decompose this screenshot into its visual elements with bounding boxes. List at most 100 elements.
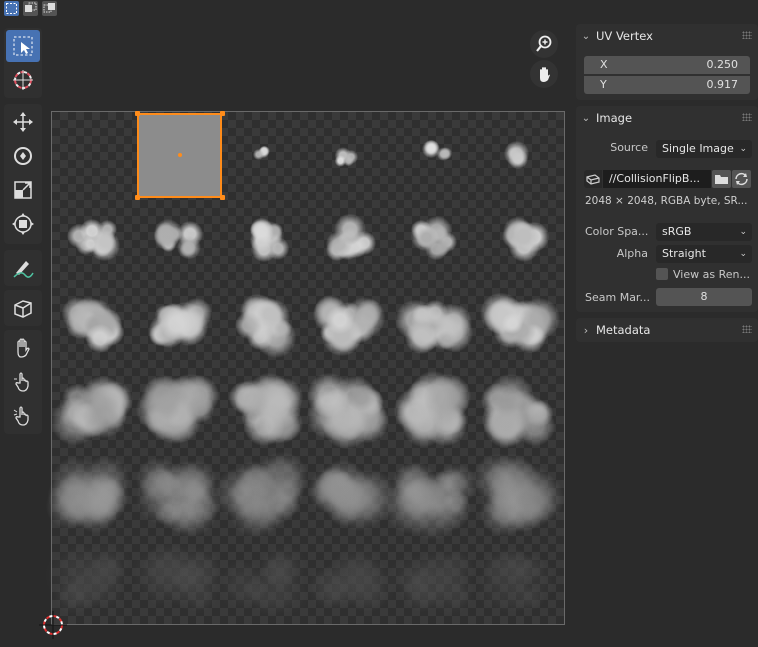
move-icon [13, 112, 33, 132]
uv-vertex-panel-header[interactable]: ⌄ UV Vertex [576, 24, 758, 48]
cursor-2d-icon[interactable] [38, 610, 68, 640]
image-panel-header[interactable]: ⌄ Image [576, 106, 758, 130]
select-box-tool[interactable] [6, 30, 40, 62]
colorspace-dropdown[interactable]: sRGB ⌄ [656, 223, 752, 241]
select-mode-new-button[interactable] [4, 1, 19, 16]
smoke-frame [137, 197, 222, 282]
annotate-tool[interactable] [6, 252, 40, 284]
toolbar-group-select [4, 28, 42, 98]
rip-region-tool[interactable] [6, 292, 40, 324]
uv-face-center-dot [178, 153, 182, 157]
move-tool[interactable] [6, 106, 40, 138]
pinch-tool[interactable] [6, 400, 40, 432]
smoke-puff [507, 220, 540, 252]
drag-grip-icon[interactable] [742, 113, 752, 121]
transform-tool[interactable] [6, 208, 40, 240]
image-panel: ⌄ Image Source Single Image ⌄ //Collisio… [576, 106, 758, 312]
smoke-frame [136, 368, 222, 453]
panel-title: Image [596, 111, 633, 125]
uv-y-field[interactable]: Y 0.917 [584, 76, 750, 94]
select-mode-extend-button[interactable] [23, 1, 38, 16]
smoke-puff [260, 544, 309, 593]
scale-tool[interactable] [6, 174, 40, 206]
toolbar-group-transform [4, 104, 42, 244]
smoke-puff [488, 407, 528, 446]
alpha-dropdown[interactable]: Straight ⌄ [656, 245, 752, 263]
cursor-tool[interactable] [6, 64, 40, 96]
smoke-frame [214, 451, 308, 538]
smoke-puff [503, 141, 529, 167]
seam-margin-field[interactable]: 8 [656, 288, 752, 306]
smoke-puff [334, 214, 366, 246]
image-browse-button[interactable] [584, 170, 602, 188]
smoke-frame [307, 539, 395, 624]
annotate-icon [13, 261, 34, 278]
pan-button[interactable] [530, 60, 558, 88]
smoke-frame [136, 453, 222, 538]
select-extend-icon [25, 2, 37, 12]
seam-margin-label: Seam Mar... [585, 291, 650, 304]
smoke-frame [393, 368, 478, 453]
smoke-puff [267, 237, 290, 260]
image-icon [586, 174, 600, 185]
smoke-puff [433, 239, 450, 256]
metadata-panel-header[interactable]: › Metadata [576, 318, 758, 342]
smoke-frame [130, 539, 223, 624]
alpha-label: Alpha [616, 247, 648, 260]
smoke-frame [308, 197, 393, 282]
smoke-puff [442, 551, 470, 579]
drag-grip-icon[interactable] [742, 31, 752, 39]
chevron-right-icon: › [583, 323, 589, 337]
uv-vertex[interactable] [220, 195, 225, 200]
reload-icon [735, 172, 748, 186]
select-mode-subtract-button[interactable] [42, 1, 57, 16]
smoke-puff [385, 480, 439, 534]
grab-icon [17, 338, 30, 358]
scale-icon [14, 181, 32, 199]
smoke-frame [52, 197, 137, 282]
smoke-puff [93, 230, 116, 254]
smoke-frame [137, 283, 222, 368]
open-file-button[interactable] [712, 170, 731, 188]
smoke-frame [393, 197, 478, 282]
drag-grip-icon[interactable] [742, 325, 752, 333]
smoke-puff [343, 150, 358, 165]
image-filepath-field[interactable]: //CollisionFlipB... [603, 170, 711, 188]
relax-tool[interactable] [6, 366, 40, 398]
smoke-puff [243, 488, 286, 532]
smoke-frame [308, 112, 393, 197]
smoke-frame [479, 197, 564, 282]
source-dropdown[interactable]: Single Image ⌄ [656, 140, 752, 158]
smoke-frame [479, 283, 564, 368]
rotate-icon [14, 147, 32, 165]
rotate-tool[interactable] [6, 140, 40, 172]
smoke-puff [83, 396, 126, 438]
smoke-puff [306, 373, 351, 418]
reload-image-button[interactable] [732, 170, 751, 188]
zoom-button[interactable] [530, 30, 558, 58]
view-as-render-checkbox[interactable] [656, 268, 668, 280]
pinch-icon [13, 406, 29, 426]
smoke-frame [393, 283, 478, 368]
chevron-down-icon: ⌄ [739, 144, 747, 154]
smoke-puff [273, 319, 293, 338]
uv-vertex[interactable] [135, 195, 140, 200]
source-label: Source [610, 141, 648, 154]
uv-x-field[interactable]: X 0.250 [584, 56, 750, 74]
grab-tool[interactable] [6, 332, 40, 364]
smoke-puff [433, 303, 472, 342]
uv-vertex[interactable] [135, 111, 140, 116]
smoke-frame [388, 539, 478, 624]
smoke-puff [252, 148, 265, 161]
smoke-puff [404, 320, 438, 354]
toolbar-group-rip [4, 290, 42, 326]
seam-margin-value: 8 [700, 290, 708, 303]
smoke-puff [388, 554, 435, 601]
image-info-text: 2048 × 2048, RGBA byte, SR... [585, 195, 748, 207]
smoke-puff [61, 297, 95, 330]
uv-vertex[interactable] [220, 111, 225, 116]
smoke-puff [164, 484, 218, 538]
cursor-icon [13, 70, 33, 90]
smoke-puff [326, 306, 354, 334]
transform-icon [12, 213, 34, 235]
